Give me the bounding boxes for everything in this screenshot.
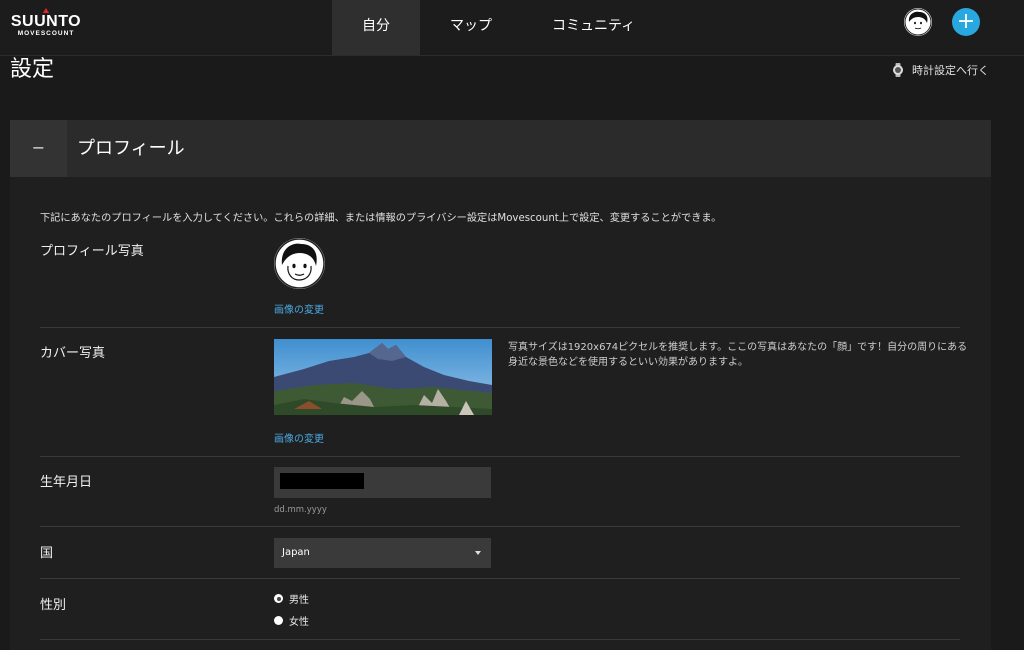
cover-photo — [274, 339, 492, 415]
divider — [40, 526, 960, 527]
profile-photo-label: プロフィール写真 — [40, 244, 144, 259]
nav-item-me[interactable]: 自分 — [332, 0, 420, 55]
gender-option-label: 女性 — [289, 617, 309, 628]
gender-option-label: 男性 — [289, 595, 309, 606]
gender-option-male[interactable]: 男性 — [274, 591, 309, 606]
profile-panel: − プロフィール 下記にあなたのプロフィールを入力してください。これらの詳細、ま… — [10, 120, 991, 650]
divider — [40, 578, 960, 579]
top-navigation: SUUNTO MOVESCOUNT 自分 マップ コミュニティ + — [0, 0, 1024, 56]
minus-icon: − — [31, 138, 46, 157]
watch-icon — [893, 63, 903, 77]
birthday-input[interactable] — [274, 467, 491, 498]
watch-settings-label: 時計設定へ行く — [912, 64, 989, 77]
main-nav: 自分 マップ コミュニティ — [332, 0, 665, 55]
profile-section-title: プロフィール — [77, 138, 185, 159]
divider — [40, 327, 960, 328]
gender-label: 性別 — [40, 598, 67, 613]
country-select[interactable]: Japan — [274, 538, 491, 568]
profile-photo — [274, 238, 325, 289]
page-title: 設定 — [10, 57, 55, 82]
plus-icon: + — [956, 9, 976, 34]
nav-item-community[interactable]: コミュニティ — [522, 0, 665, 55]
logo-subtext: MOVESCOUNT — [17, 30, 75, 37]
cover-photo-label: カバー写真 — [40, 346, 106, 361]
redacted-value — [280, 473, 364, 489]
watch-settings-link[interactable]: 時計設定へ行く — [892, 62, 989, 78]
chevron-down-icon — [475, 551, 481, 555]
change-cover-photo-link[interactable]: 画像の変更 — [274, 430, 324, 445]
radio-unchecked-icon[interactable] — [274, 616, 283, 625]
profile-intro-text: 下記にあなたのプロフィールを入力してください。これらの詳細、または情報のプライバ… — [40, 213, 722, 224]
birthday-label: 生年月日 — [40, 475, 93, 490]
add-button[interactable]: + — [952, 8, 980, 36]
profile-panel-header[interactable]: − プロフィール — [10, 120, 991, 177]
logo-text: SUUNTO — [10, 13, 82, 30]
birthday-format-hint: dd.mm.yyyy — [274, 505, 327, 515]
nav-item-map[interactable]: マップ — [420, 0, 522, 55]
suunto-logo[interactable]: SUUNTO MOVESCOUNT — [10, 8, 82, 46]
mountain-landscape-image — [274, 339, 492, 415]
cover-photo-help-text: 写真サイズは1920x674ピクセルを推奨します。ここの写真はあなたの「顔」です… — [508, 342, 968, 368]
country-label: 国 — [40, 546, 54, 561]
avatar-face-icon — [274, 238, 325, 289]
user-avatar[interactable] — [904, 8, 932, 36]
divider — [40, 456, 960, 457]
change-profile-photo-link[interactable]: 画像の変更 — [274, 301, 324, 316]
avatar-face-icon — [904, 8, 932, 36]
collapse-button[interactable]: − — [10, 120, 67, 177]
gender-option-female[interactable]: 女性 — [274, 613, 309, 628]
country-select-value: Japan — [282, 547, 310, 558]
divider — [40, 639, 960, 640]
radio-checked-icon[interactable] — [274, 594, 283, 603]
